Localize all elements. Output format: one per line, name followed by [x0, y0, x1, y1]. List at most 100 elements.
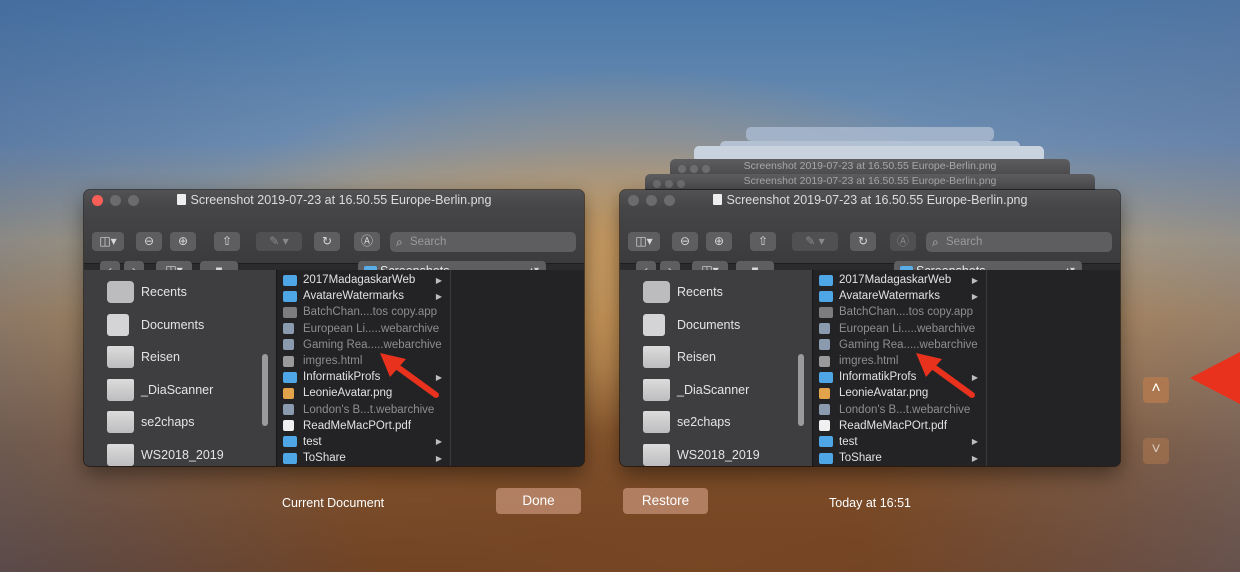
minimize-button[interactable] [646, 195, 657, 206]
search-field[interactable]: Search [926, 232, 1112, 252]
file-row[interactable]: 2017MadagaskarWeb ▶ [813, 272, 986, 288]
folder-icon [283, 274, 297, 286]
zoom-button[interactable] [664, 195, 675, 206]
zoom-button[interactable] [128, 195, 139, 206]
close-button[interactable] [628, 195, 639, 206]
sidebar-item-label: Recents [141, 285, 187, 300]
recents-icon [107, 281, 134, 304]
pdf-file-icon [283, 420, 294, 432]
sidebar-scrollbar[interactable] [262, 354, 268, 426]
png-file-icon [283, 387, 294, 399]
zoom-out-icon[interactable]: ⊖ [136, 232, 162, 251]
sidebar-item-label: WS2018_2019 [141, 447, 224, 462]
sidebar-item-label: se2chaps [141, 415, 195, 430]
file-row[interactable]: BatchChan....tos copy.app [813, 304, 986, 320]
disclosure-arrow-icon: ▶ [435, 275, 442, 285]
sidebar-item-se2chaps[interactable]: se2chaps [620, 406, 812, 439]
sidebar-item-se2chaps[interactable]: se2chaps [84, 406, 276, 439]
file-row[interactable]: ReadMeMacPOrt.pdf [277, 418, 450, 434]
document-icon [712, 194, 722, 205]
share-icon[interactable]: ⇧ [214, 232, 240, 251]
sidebar-item-ws2018[interactable]: WS2018_2019 [84, 439, 276, 467]
folder-icon [283, 371, 297, 383]
folder-icon [643, 443, 670, 466]
file-name: ToShare [303, 452, 346, 465]
previous-version-button[interactable]: ˄ [1143, 377, 1169, 403]
file-row[interactable]: AvatareWatermarks ▶ [277, 288, 450, 304]
sidebar-item-ws2018[interactable]: WS2018_2019 [620, 439, 812, 467]
sidebar-item-label: WS2018_2019 [677, 447, 760, 462]
file-name: European Li.....webarchive [303, 322, 440, 335]
annotation-arrow [916, 353, 975, 398]
sidebar-scrollbar[interactable] [798, 354, 804, 426]
sidebar-item-reisen[interactable]: Reisen [620, 341, 812, 374]
folder-icon [107, 346, 134, 369]
minimize-button[interactable] [110, 195, 121, 206]
done-button[interactable]: Done [496, 488, 581, 514]
disclosure-arrow-icon: ▶ [435, 437, 442, 447]
sidebar-item-documents[interactable]: Documents [620, 309, 812, 342]
restore-button[interactable]: Restore [623, 488, 708, 514]
window-titlebar: Screenshot 2019-07-23 at 16.50.55 Europe… [84, 190, 584, 210]
zoom-in-icon[interactable]: ⊕ [170, 232, 196, 251]
file-row[interactable]: European Li.....webarchive [813, 321, 986, 337]
sidebar-item-recents[interactable]: Recents [84, 276, 276, 309]
web-file-icon [283, 339, 294, 351]
sidebar-item-label: Documents [677, 317, 741, 332]
sidebar-item-reisen[interactable]: Reisen [84, 341, 276, 374]
current-document-label: Current Document [282, 496, 385, 510]
current-document-window[interactable]: Screenshot 2019-07-23 at 16.50.55 Europe… [84, 190, 584, 466]
file-name: AvatareWatermarks [303, 290, 404, 303]
file-row[interactable]: BatchChan....tos copy.app [277, 304, 450, 320]
web-file-icon [819, 323, 830, 335]
zoom-in-icon[interactable]: ⊕ [706, 232, 732, 251]
rotate-icon[interactable]: ↻ [314, 232, 340, 251]
file-row[interactable]: test ▶ [813, 434, 986, 450]
file-name: imgres.html [303, 355, 363, 368]
file-name: InformatikProfs [303, 371, 381, 384]
disclosure-arrow-icon: ▶ [435, 453, 442, 463]
file-row[interactable]: ToShare ▶ [277, 450, 450, 466]
file-name: AvatareWatermarks [839, 290, 940, 303]
markup-toolbar-icon[interactable]: Ⓐ [890, 232, 916, 251]
older-version-titlebar[interactable]: Screenshot 2019-07-23 at 16.50.55 Europe… [645, 174, 1095, 190]
close-button[interactable] [92, 195, 103, 206]
file-row[interactable]: European Li.....webarchive [277, 321, 450, 337]
file-row[interactable]: test ▶ [277, 434, 450, 450]
sidebar-item-diascanner[interactable]: _DiaScanner [84, 374, 276, 407]
markup-pen-icon[interactable]: ✎ ▾ [792, 232, 838, 251]
annotation-arrow [380, 353, 439, 398]
file-row[interactable]: 2017MadagaskarWeb ▶ [277, 272, 450, 288]
window-title: Screenshot 2019-07-23 at 16.50.55 Europe… [726, 193, 1028, 207]
zoom-out-icon[interactable]: ⊖ [672, 232, 698, 251]
file-browser: Recents Documents Reisen _DiaScanner se2… [84, 270, 584, 466]
file-row[interactable]: AvatareWatermarks ▶ [813, 288, 986, 304]
share-icon[interactable]: ⇧ [750, 232, 776, 251]
web-file-icon [283, 323, 294, 335]
file-name: ToShare [839, 452, 882, 465]
file-name: 2017MadagaskarWeb [839, 274, 952, 287]
sidebar-toggle-icon[interactable]: ◫▾ [628, 232, 660, 251]
app-file-icon [283, 306, 297, 318]
version-document-window[interactable]: Screenshot 2019-07-23 at 16.50.55 Europe… [620, 190, 1120, 466]
sidebar-item-diascanner[interactable]: _DiaScanner [620, 374, 812, 407]
markup-toolbar-icon[interactable]: Ⓐ [354, 232, 380, 251]
sidebar-item-recents[interactable]: Recents [620, 276, 812, 309]
markup-pen-icon[interactable]: ✎ ▾ [256, 232, 302, 251]
empty-column [986, 270, 1120, 466]
folder-icon [819, 290, 833, 302]
rotate-icon[interactable]: ↻ [850, 232, 876, 251]
file-row[interactable]: ToShare ▶ [813, 450, 986, 466]
older-version-titlebar[interactable]: Screenshot 2019-07-23 at 16.50.55 Europe… [670, 159, 1070, 175]
png-file-icon [819, 387, 830, 399]
chevron-up-icon: ˄ [1151, 380, 1161, 397]
search-field[interactable]: Search [390, 232, 576, 252]
file-name: London's B...t.webarchive [303, 403, 435, 416]
next-version-button[interactable]: ˅ [1143, 438, 1169, 464]
file-row[interactable]: ReadMeMacPOrt.pdf [813, 418, 986, 434]
sidebar-toggle-icon[interactable]: ◫▾ [92, 232, 124, 251]
sidebar-item-documents[interactable]: Documents [84, 309, 276, 342]
web-file-icon [819, 339, 830, 351]
sidebar-item-label: Recents [677, 285, 723, 300]
document-icon [176, 194, 186, 205]
